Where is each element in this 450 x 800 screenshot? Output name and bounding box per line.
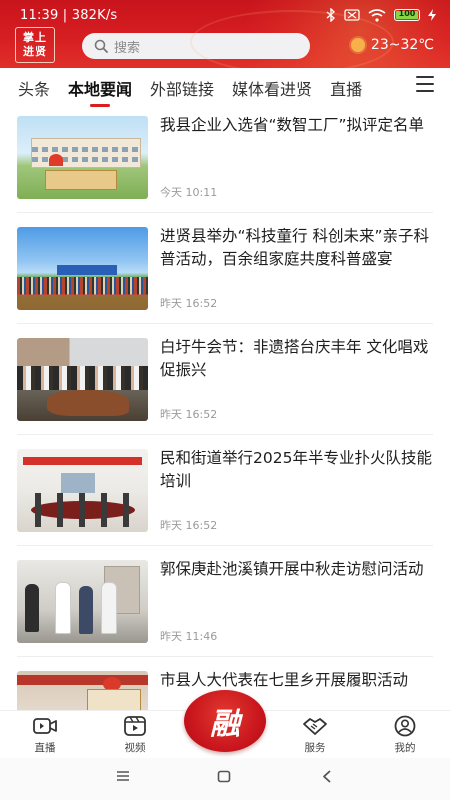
news-thumbnail [17,671,148,710]
divider [17,545,433,546]
app-logo: 掌上 进贤 [15,27,55,63]
search-placeholder: 搜索 [114,40,141,56]
profile-icon [375,715,435,737]
news-title: 郭保庚赴池溪镇开展中秋走访慰问活动 [160,560,424,578]
news-item[interactable]: 我县企业入选省“数智工厂”拟评定名单 今天 10:11 [17,108,433,208]
news-time: 昨天 16:52 [160,297,218,310]
tab-media[interactable]: 媒体看进贤 [232,76,312,100]
news-thumbnail [17,116,148,199]
divider [17,434,433,435]
live-icon [15,715,75,737]
bluetooth-icon [326,8,336,22]
divider [17,656,433,657]
news-time: 昨天 16:52 [160,408,218,421]
nav-video[interactable]: 视频 [105,715,165,755]
tab-live[interactable]: 直播 [330,76,362,100]
news-title: 民和街道举行2025年半专业扑火队技能培训 [160,449,432,490]
nav-mine[interactable]: 我的 [375,715,435,755]
news-thumbnail [17,338,148,421]
news-item[interactable]: 民和街道举行2025年半专业扑火队技能培训 昨天 16:52 [17,441,433,541]
sim-off-icon [344,9,360,21]
news-title: 白圩牛会节：非遗搭台庆丰年 文化唱戏促振兴 [160,338,429,379]
news-item[interactable]: 白圩牛会节：非遗搭台庆丰年 文化唱戏促振兴 昨天 16:52 [17,330,433,430]
menu-icon[interactable] [416,76,434,92]
divider [17,323,433,324]
home-square-icon[interactable] [217,770,231,783]
video-icon [105,715,165,737]
nav-live[interactable]: 直播 [15,715,75,755]
app-header: 11:39 | 382K/s 100 掌上 进贤 搜索 23~32℃ [0,0,450,68]
menu-lines-icon[interactable] [116,770,130,782]
news-thumbnail [17,227,148,310]
nav-service[interactable]: 服务 [285,715,345,755]
news-time: 今天 10:11 [160,186,218,199]
charging-icon [428,9,436,21]
tab-headlines[interactable]: 头条 [18,76,50,100]
news-item[interactable]: 进贤县举办“科技童行 科创未来”亲子科普活动，百余组家庭共度科普盛宴 昨天 16… [17,219,433,319]
weather-temperature: 23~32℃ [370,37,434,53]
search-icon [94,39,108,53]
news-thumbnail [17,449,148,532]
handshake-icon [285,715,345,737]
tab-external-links[interactable]: 外部链接 [150,76,214,100]
center-rong-button[interactable]: 融 [184,690,266,752]
news-title: 我县企业入选省“数智工厂”拟评定名单 [160,116,425,134]
wifi-icon [368,8,386,22]
news-time: 昨天 11:46 [160,630,218,643]
divider [17,212,433,213]
search-input[interactable]: 搜索 [82,33,310,59]
news-title: 进贤县举办“科技童行 科创未来”亲子科普活动，百余组家庭共度科普盛宴 [160,227,429,268]
news-thumbnail [17,560,148,643]
tab-local-news[interactable]: 本地要闻 [68,76,132,107]
news-item[interactable]: 郭保庚赴池溪镇开展中秋走访慰问活动 昨天 11:46 [17,552,433,652]
status-icons: 100 [326,8,436,22]
battery-icon: 100 [394,9,420,21]
back-icon[interactable] [322,770,332,783]
news-list: 我县企业入选省“数智工厂”拟评定名单 今天 10:11 进贤县举办“科技童行 科… [0,108,450,710]
sun-icon [350,38,365,52]
weather-widget[interactable]: 23~32℃ [350,37,434,53]
system-nav-bar [0,758,450,800]
status-time: 11:39 | 382K/s [20,8,118,23]
news-title: 市县人大代表在七里乡开展履职活动 [160,671,409,689]
news-time: 昨天 16:52 [160,519,218,532]
category-tabs: 头条 本地要闻 外部链接 媒体看进贤 直播 [0,68,450,108]
rong-icon: 融 [210,707,240,742]
